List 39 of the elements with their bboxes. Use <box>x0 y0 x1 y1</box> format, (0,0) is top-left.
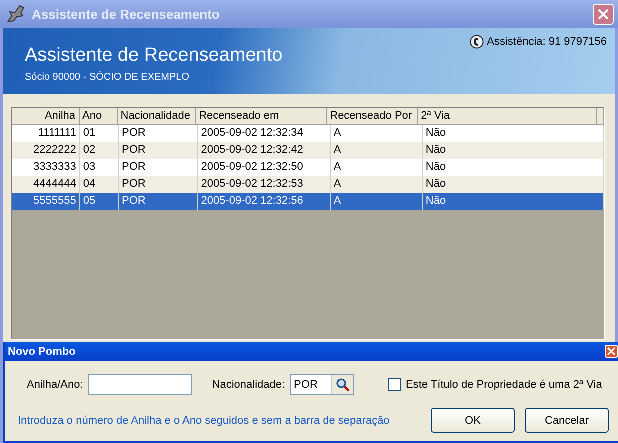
close-button[interactable] <box>593 4 614 24</box>
table-cell: POR <box>118 193 198 210</box>
checkbox[interactable] <box>388 378 402 391</box>
window-title: Assistente de Recenseamento <box>32 6 221 22</box>
table-cell: 5555555 <box>12 193 80 210</box>
header-title: Assistente de Recenseamento <box>25 45 283 67</box>
ring-label: Anilha/Ano: <box>27 378 84 390</box>
ring-input-field[interactable] <box>88 374 192 395</box>
column-header[interactable]: Nacionalidade <box>118 108 196 125</box>
table-row[interactable]: 1111111 01 POR 2005-09-02 12:32:34 A Não <box>12 125 604 142</box>
bird-icon <box>6 4 26 24</box>
search-button[interactable] <box>331 375 354 394</box>
phone-icon <box>470 35 484 49</box>
ok-button[interactable]: OK <box>431 408 515 433</box>
column-header[interactable]: Recenseado Por <box>327 108 418 125</box>
table-row[interactable]: 5555555 05 POR 2005-09-02 12:32:56 A Não <box>12 193 604 210</box>
hint-text: Introduza o número de Anilha e o Ano seguidos e sem a barra de separação <box>18 414 391 426</box>
nationality-label: Nacionalidade: <box>212 378 286 390</box>
close-button[interactable] <box>605 345 618 358</box>
close-icon <box>598 8 609 20</box>
column-header[interactable]: Anilha <box>12 108 80 125</box>
column-header[interactable]: 2ª Via <box>418 108 597 125</box>
support-phone: Assistência: 91 9797156 <box>487 36 607 48</box>
duplicate-label: Este Título de Propriedade é uma 2ª Via <box>406 378 602 390</box>
table-cell: 2005-09-02 12:32:56 <box>198 193 331 210</box>
cancel-button[interactable]: Cancelar <box>525 408 609 433</box>
dialog-title: Novo Pombo <box>8 346 76 358</box>
nationality-field[interactable]: POR <box>290 374 354 395</box>
column-header[interactable]: Recenseado em <box>196 108 328 125</box>
member-subtitle: Sócio 90000 - SÓCIO DE EXEMPLO <box>25 72 190 83</box>
table-row[interactable]: 4444444 04 POR 2005-09-02 12:32:53 A Não <box>12 176 604 193</box>
table-cell: 05 <box>80 193 119 210</box>
table-row[interactable]: 2222222 02 POR 2005-09-02 12:32:42 A Não <box>12 142 604 159</box>
table-cell: A <box>330 193 423 210</box>
column-header[interactable]: Ano <box>80 108 118 125</box>
table-cell: Não <box>422 193 604 210</box>
close-icon <box>607 347 616 356</box>
table-row[interactable]: 3333333 03 POR 2005-09-02 12:32:50 A Não <box>12 159 604 176</box>
search-icon <box>336 378 350 392</box>
